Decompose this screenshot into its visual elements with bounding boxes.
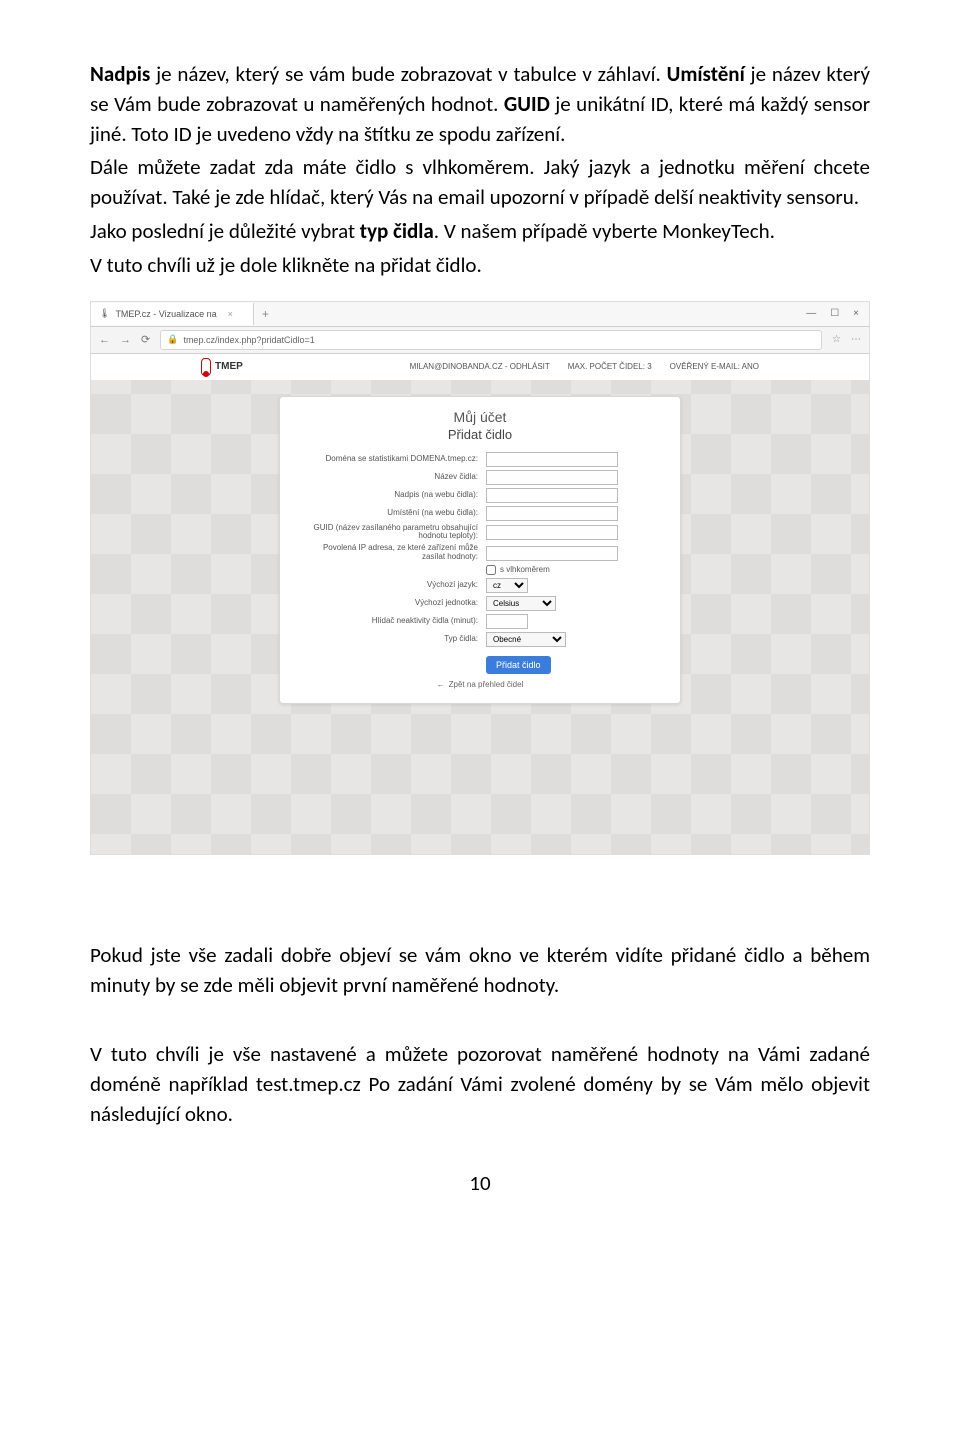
label-nazev: Název čidla: — [298, 473, 486, 482]
input-hlidac[interactable] — [486, 614, 528, 629]
label-domena: Doména se statistikami DOMENA.tmep.cz: — [298, 455, 486, 464]
browser-titlebar: 🌡 TMEP.cz - Vizualizace na × + — ☐ × — [91, 302, 869, 327]
label-typ: Typ čidla: — [298, 635, 486, 644]
tab-favicon-icon: 🌡 — [99, 308, 110, 319]
window-maximize-icon[interactable]: ☐ — [830, 308, 839, 319]
select-jednotka[interactable]: Celsius — [486, 596, 556, 611]
para-result: Pokud jste vše zadali dobře objeví se vá… — [90, 941, 870, 1001]
label-hlidac: Hlídač neaktivity čidla (minut): — [298, 617, 486, 626]
card-heading2: Přidat čidlo — [280, 427, 680, 442]
topbar-verified: OVĚŘENÝ E-MAIL: ANO — [670, 362, 759, 371]
site-topbar: TMEP MILAN@DINOBANDA.CZ - ODHLÁSIT MAX. … — [91, 354, 869, 380]
nav-back-icon[interactable]: ← — [99, 334, 110, 346]
thermometer-icon — [201, 358, 211, 376]
para-options: Dále můžete zadat zda máte čidlo s vlhko… — [90, 153, 870, 213]
input-umisteni[interactable] — [486, 506, 618, 521]
back-link[interactable]: ← Zpět na přehled čidel — [280, 680, 680, 689]
input-nazev[interactable] — [486, 470, 618, 485]
para-definitions: Nadpis je název, který se vám bude zobra… — [90, 60, 870, 149]
embedded-screenshot: 🌡 TMEP.cz - Vizualizace na × + — ☐ × ← →… — [90, 301, 870, 855]
para-type: Jako poslední je důležité vybrat typ čid… — [90, 217, 870, 247]
topbar-max: MAX. POČET ČIDEL: 3 — [568, 362, 652, 371]
checkbox-vlhkomer-box[interactable] — [486, 565, 496, 575]
input-ip[interactable] — [486, 546, 618, 561]
label-umisteni: Umístění (na webu čidla): — [298, 509, 486, 518]
site-logo[interactable]: TMEP — [201, 358, 243, 376]
label-jednotka: Výchozí jednotka: — [298, 599, 486, 608]
term-guid: GUID — [504, 91, 550, 117]
card-heading1: Můj účet — [280, 409, 680, 425]
form-card: Můj účet Přidat čidlo Doména se statisti… — [279, 396, 681, 704]
tab-title: TMEP.cz - Vizualizace na — [115, 309, 216, 319]
nav-forward-icon[interactable]: → — [120, 334, 131, 346]
new-tab-button[interactable]: + — [254, 307, 277, 321]
url-input[interactable]: 🔒 tmep.cz/index.php?pridatCidlo=1 — [160, 330, 822, 350]
para-final: V tuto chvíli je vše nastavené a můžete … — [90, 1040, 870, 1129]
select-jazyk[interactable]: cz — [486, 578, 528, 593]
term-typ-cidla: typ čidla — [360, 218, 434, 244]
checkbox-vlhkomer[interactable]: s vlhkoměrem — [486, 565, 616, 575]
url-text: tmep.cz/index.php?pridatCidlo=1 — [183, 335, 314, 345]
input-nadpis[interactable] — [486, 488, 618, 503]
term-nadpis: Nadpis — [90, 61, 150, 87]
window-minimize-icon[interactable]: — — [806, 308, 816, 319]
term-umisteni: Umístění — [667, 61, 745, 87]
lock-icon: 🔒 — [167, 334, 178, 345]
browser-tab[interactable]: 🌡 TMEP.cz - Vizualizace na × — [91, 303, 254, 325]
topbar-user[interactable]: MILAN@DINOBANDA.CZ - ODHLÁSIT — [410, 362, 550, 371]
submit-button[interactable]: Přidat čidlo — [486, 656, 551, 674]
label-guid: GUID (název zasílaného parametru obsahuj… — [298, 524, 486, 542]
input-guid[interactable] — [486, 525, 618, 540]
menu-dots-icon[interactable]: ⋯ — [851, 334, 861, 345]
page-number: 10 — [90, 1170, 870, 1196]
window-close-icon[interactable]: × — [853, 308, 859, 319]
input-domena[interactable] — [486, 452, 618, 467]
label-jazyk: Výchozí jazyk: — [298, 581, 486, 590]
para-click: V tuto chvíli už je dole klikněte na při… — [90, 251, 870, 281]
favorites-icon[interactable]: ☆ — [832, 334, 841, 345]
back-arrow-icon: ← — [437, 680, 445, 689]
close-tab-icon[interactable]: × — [228, 309, 233, 319]
label-ip: Povolená IP adresa, ze které zařízení mů… — [298, 544, 486, 562]
browser-addressbar: ← → ⟳ 🔒 tmep.cz/index.php?pridatCidlo=1 … — [91, 327, 869, 354]
select-typ[interactable]: Obecné — [486, 632, 566, 647]
label-nadpis: Nadpis (na webu čidla): — [298, 491, 486, 500]
nav-reload-icon[interactable]: ⟳ — [141, 333, 150, 346]
